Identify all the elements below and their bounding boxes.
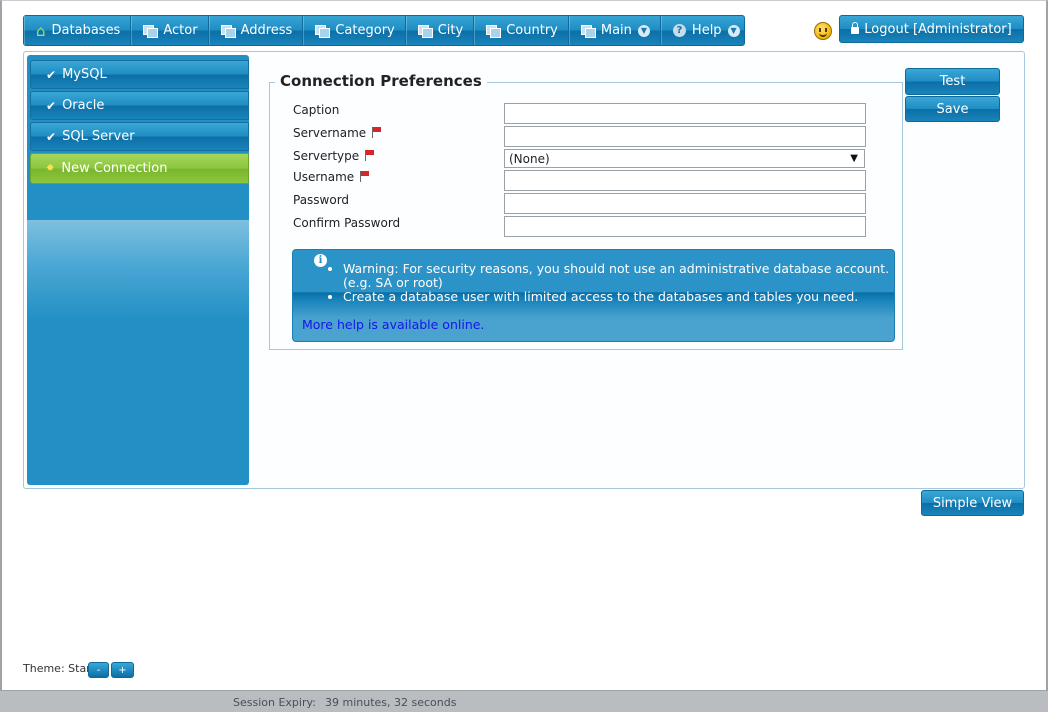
window-icon <box>580 24 596 38</box>
menu-country[interactable]: Country <box>474 16 569 45</box>
menu-address-label: Address <box>240 23 293 38</box>
servername-label-text: Servername <box>293 126 367 140</box>
caption-label-text: Caption <box>293 103 340 117</box>
menu-help-label: Help <box>691 23 722 38</box>
menu-country-label: Country <box>506 23 558 38</box>
sidebar-item-label: MySQL <box>62 67 107 82</box>
lock-icon <box>851 21 860 34</box>
servertype-selected-value: (None) <box>509 151 550 166</box>
home-icon: ⌂ <box>36 21 46 40</box>
menu-databases-label: Databases <box>51 23 121 38</box>
sidebar-item-mysql[interactable]: ✔ MySQL <box>30 60 249 89</box>
menu-actor-label: Actor <box>163 23 198 38</box>
simple-view-button[interactable]: Simple View <box>921 490 1024 516</box>
smiley-icon <box>814 22 832 40</box>
new-star-icon: ✸ <box>46 163 55 174</box>
required-flag-icon <box>372 127 382 138</box>
menu-actor[interactable]: Actor <box>131 16 209 45</box>
status-bar: Session Expiry: 39 minutes, 32 seconds <box>0 690 1048 712</box>
security-info-box: i Warning: For security reasons, you sho… <box>292 249 895 342</box>
menu-address[interactable]: Address <box>209 16 304 45</box>
theme-label: Theme: Start <box>23 662 96 675</box>
required-flag-icon <box>365 150 375 161</box>
confirm-password-label: Confirm Password <box>293 216 400 230</box>
checkmark-icon: ✔ <box>46 67 57 82</box>
username-input[interactable] <box>504 170 866 191</box>
menu-databases[interactable]: ⌂ Databases <box>24 16 132 45</box>
connection-sidebar: ✔ MySQL ✔ Oracle ✔ SQL Server ✸ New Conn… <box>27 55 249 485</box>
logout-button[interactable]: Logout [Administrator] <box>839 15 1024 43</box>
info-bullet-list: Warning: For security reasons, you shoul… <box>325 262 890 304</box>
caption-label: Caption <box>293 103 339 117</box>
sidebar-item-label: New Connection <box>61 161 168 176</box>
password-label-text: Password <box>293 193 350 207</box>
menu-category[interactable]: Category <box>303 16 406 45</box>
window-icon <box>220 24 236 38</box>
session-expiry-label: Session Expiry: <box>233 696 316 709</box>
servername-label: Servername <box>293 126 382 140</box>
chevron-down-icon: ▼ <box>637 24 650 37</box>
password-input[interactable] <box>504 193 866 214</box>
test-button[interactable]: Test <box>905 68 1000 95</box>
checkmark-icon: ✔ <box>46 98 57 113</box>
session-expiry-value: 39 minutes, 32 seconds <box>325 696 457 709</box>
sidebar-item-label: Oracle <box>62 98 105 113</box>
username-label-text: Username <box>293 170 355 184</box>
servertype-select[interactable]: (None) ▼ <box>504 149 865 168</box>
theme-decrease-button[interactable]: - <box>88 662 109 678</box>
window-icon <box>486 24 502 38</box>
confirm-password-input[interactable] <box>504 216 866 237</box>
servertype-label: Servertype <box>293 149 375 163</box>
menu-main[interactable]: Main ▼ <box>569 16 661 45</box>
required-flag-icon <box>360 171 370 182</box>
username-label: Username <box>293 170 370 184</box>
caret-down-icon: ▼ <box>850 153 858 164</box>
save-button[interactable]: Save <box>905 96 1000 122</box>
caption-input[interactable] <box>504 103 866 124</box>
menu-city-label: City <box>437 23 464 38</box>
theme-increase-button[interactable]: + <box>111 662 134 678</box>
sidebar-item-sql-server[interactable]: ✔ SQL Server <box>30 122 249 151</box>
menu-city[interactable]: City <box>406 16 475 45</box>
sidebar-item-oracle[interactable]: ✔ Oracle <box>30 91 249 120</box>
info-bullet: Warning: For security reasons, you shoul… <box>343 262 890 290</box>
logout-label: Logout [Administrator] <box>864 21 1012 37</box>
window-icon <box>315 24 331 38</box>
sidebar-item-new-connection[interactable]: ✸ New Connection <box>30 153 249 184</box>
window-icon <box>417 24 433 38</box>
info-bullet: Create a database user with limited acce… <box>343 290 890 304</box>
form-title: Connection Preferences <box>275 72 487 90</box>
chevron-down-icon: ▼ <box>727 24 740 37</box>
servertype-label-text: Servertype <box>293 149 360 163</box>
help-icon: ? <box>672 24 686 37</box>
window-icon <box>143 24 159 38</box>
menu-category-label: Category <box>335 23 395 38</box>
checkmark-icon: ✔ <box>46 129 57 144</box>
help-online-link[interactable]: More help is available online. <box>302 317 484 332</box>
sidebar-item-label: SQL Server <box>62 129 135 144</box>
menu-main-label: Main <box>600 23 632 38</box>
password-label: Password <box>293 193 349 207</box>
confirm-password-label-text: Confirm Password <box>293 216 401 230</box>
servername-input[interactable] <box>504 126 866 147</box>
menu-help[interactable]: ? Help ▼ <box>661 16 750 45</box>
sidebar-decoration <box>27 220 249 320</box>
main-menu: ⌂ Databases Actor Address Category City … <box>23 15 745 46</box>
